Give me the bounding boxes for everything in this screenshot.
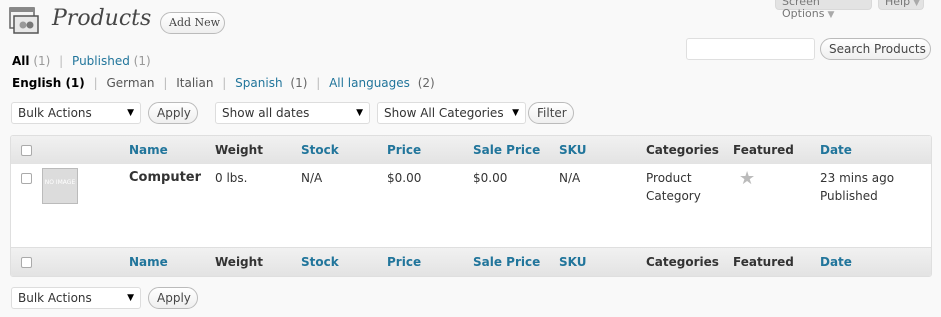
status-count-all: (1) — [33, 54, 51, 68]
column-price[interactable]: Price — [387, 143, 421, 157]
column-sku[interactable]: SKU — [559, 143, 586, 157]
column-date[interactable]: Date — [820, 255, 852, 269]
status-link-published[interactable]: Published — [72, 54, 130, 68]
product-name-link[interactable]: Computer — [129, 170, 201, 185]
language-link-spanish[interactable]: Spanish — [235, 76, 282, 90]
select-all-checkbox[interactable] — [21, 257, 32, 268]
caret-down-icon: ▼ — [356, 108, 363, 118]
column-date[interactable]: Date — [820, 143, 852, 157]
chevron-down-icon: ▼ — [913, 0, 920, 8]
column-price[interactable]: Price — [387, 255, 421, 269]
product-category-link-line2[interactable]: Category — [646, 189, 701, 203]
column-name[interactable]: Name — [129, 255, 168, 269]
product-price: $0.00 — [387, 171, 422, 185]
separator: | — [93, 76, 98, 90]
product-sku: N/A — [559, 171, 581, 185]
separator: | — [163, 76, 168, 90]
column-categories: Categories — [646, 143, 719, 157]
column-weight: Weight — [215, 143, 263, 157]
search-products-button[interactable]: Search Products — [820, 38, 931, 60]
product-weight: 0 lbs. — [215, 171, 248, 185]
product-status: Published — [820, 189, 878, 203]
product-category-link-line1[interactable]: Product — [646, 171, 692, 185]
status-link-all[interactable]: All — [12, 54, 30, 68]
select-all-checkbox[interactable] — [21, 145, 32, 156]
chevron-down-icon: ▼ — [827, 10, 835, 20]
status-count-published: (1) — [133, 54, 151, 68]
separator: | — [59, 54, 64, 68]
product-sale-price: $0.00 — [473, 171, 508, 185]
table-header: Name Weight Stock Price Sale Price SKU C… — [11, 136, 931, 165]
help-label: Help — [885, 0, 911, 8]
language-count-english: (1) — [65, 76, 85, 90]
language-count-all: (2) — [417, 76, 435, 90]
column-featured: Featured — [733, 143, 794, 157]
star-icon[interactable]: ★ — [739, 168, 755, 189]
table-footer: Name Weight Stock Price Sale Price SKU C… — [11, 247, 931, 276]
add-new-button[interactable]: Add New — [160, 12, 225, 34]
column-weight: Weight — [215, 255, 263, 269]
column-sku[interactable]: SKU — [559, 255, 586, 269]
apply-button[interactable]: Apply — [148, 102, 198, 124]
date-filter-value: Show all dates — [222, 106, 310, 120]
bulk-actions-select-bottom[interactable]: Bulk Actions ▼ — [11, 287, 141, 309]
search-input[interactable] — [686, 38, 815, 60]
table-row: NO IMAGE Computer 0 lbs. N/A $0.00 $0.00… — [11, 164, 931, 247]
screen-options-label: Screen Options — [782, 0, 825, 20]
separator: | — [316, 76, 321, 90]
column-sale-price[interactable]: Sale Price — [473, 143, 540, 157]
language-count-spanish: (1) — [290, 76, 308, 90]
column-featured: Featured — [733, 255, 794, 269]
product-stock: N/A — [301, 171, 323, 185]
caret-down-icon: ▼ — [127, 293, 134, 303]
column-stock[interactable]: Stock — [301, 255, 339, 269]
category-filter-select[interactable]: Show All Categories ▼ — [377, 102, 526, 124]
status-links: All (1) | Published (1) — [12, 54, 151, 68]
bulk-actions-value: Bulk Actions — [18, 291, 92, 305]
column-stock[interactable]: Stock — [301, 143, 339, 157]
bulk-actions-value: Bulk Actions — [18, 106, 92, 120]
language-link-german[interactable]: German — [106, 76, 154, 90]
products-page-icon — [9, 7, 39, 34]
column-sale-price[interactable]: Sale Price — [473, 255, 540, 269]
category-filter-value: Show All Categories — [384, 106, 504, 120]
page-title: Products — [52, 6, 152, 31]
language-label-english: English — [12, 76, 62, 90]
language-link-english[interactable]: English (1) — [12, 76, 85, 90]
bulk-actions-select[interactable]: Bulk Actions ▼ — [11, 102, 141, 124]
separator: | — [222, 76, 227, 90]
product-thumbnail[interactable]: NO IMAGE — [42, 168, 78, 204]
date-filter-select[interactable]: Show all dates ▼ — [215, 102, 370, 124]
product-date: 23 mins ago — [820, 171, 895, 185]
language-links: English (1) | German | Italian | Spanish… — [12, 76, 435, 90]
column-categories: Categories — [646, 255, 719, 269]
language-link-all[interactable]: All languages — [329, 76, 410, 90]
caret-down-icon: ▼ — [127, 108, 134, 118]
help-tab[interactable]: Help ▼ — [878, 0, 924, 10]
row-checkbox[interactable] — [21, 173, 32, 184]
caret-down-icon: ▼ — [512, 108, 519, 118]
products-table: Name Weight Stock Price Sale Price SKU C… — [10, 135, 932, 277]
screen-options-tab[interactable]: Screen Options ▼ — [775, 0, 872, 20]
apply-button-bottom[interactable]: Apply — [148, 287, 198, 309]
language-link-italian[interactable]: Italian — [176, 76, 213, 90]
filter-button[interactable]: Filter — [528, 102, 574, 124]
column-name[interactable]: Name — [129, 143, 168, 157]
